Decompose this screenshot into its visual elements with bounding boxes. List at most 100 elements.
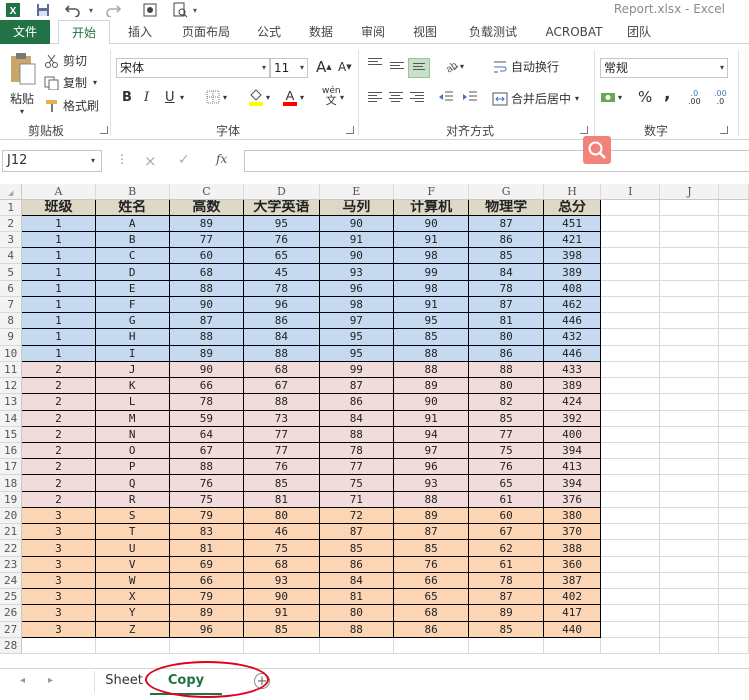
- data-cell[interactable]: 90: [319, 215, 394, 232]
- data-cell[interactable]: 88: [393, 491, 470, 508]
- data-cell[interactable]: 90: [393, 393, 470, 411]
- data-cell[interactable]: 93: [243, 572, 320, 590]
- data-cell[interactable]: 93: [319, 263, 394, 281]
- data-cell[interactable]: I: [95, 345, 170, 362]
- data-cell[interactable]: 1: [21, 247, 96, 265]
- data-cell[interactable]: 1: [21, 263, 96, 281]
- shrink-font-button[interactable]: A ▼: [338, 60, 352, 74]
- name-box[interactable]: J12 ▾: [2, 150, 102, 172]
- header-cell[interactable]: 大学英语: [243, 199, 320, 216]
- data-cell[interactable]: 86: [243, 312, 320, 330]
- data-cell[interactable]: F: [95, 296, 170, 314]
- column-header[interactable]: F: [393, 184, 470, 200]
- data-cell[interactable]: 86: [319, 393, 394, 411]
- fill-color-button[interactable]: ▾: [248, 88, 270, 106]
- data-cell[interactable]: V: [95, 556, 170, 573]
- data-cell[interactable]: 95: [393, 312, 470, 330]
- data-cell[interactable]: 394: [543, 474, 602, 492]
- empty-cell[interactable]: [659, 474, 720, 492]
- middle-align-icon[interactable]: [390, 62, 404, 74]
- bold-button[interactable]: B: [122, 90, 132, 105]
- data-cell[interactable]: 68: [393, 604, 470, 622]
- align-left-icon[interactable]: [368, 92, 382, 104]
- empty-cell[interactable]: [659, 312, 720, 330]
- empty-cell[interactable]: [659, 231, 720, 249]
- empty-cell[interactable]: [659, 410, 720, 427]
- percent-button[interactable]: %: [638, 88, 652, 106]
- data-cell[interactable]: W: [95, 572, 170, 590]
- row-header[interactable]: 22: [0, 539, 23, 557]
- header-cell[interactable]: 姓名: [95, 199, 170, 216]
- data-cell[interactable]: 96: [169, 621, 245, 638]
- font-size-combo[interactable]: 11 ▾: [270, 58, 308, 78]
- enter-formula-button[interactable]: ✓: [178, 152, 190, 168]
- save-icon[interactable]: [34, 1, 52, 19]
- row-header[interactable]: 19: [0, 491, 23, 508]
- align-right-icon[interactable]: [410, 92, 424, 104]
- empty-cell[interactable]: [600, 296, 661, 314]
- row-header[interactable]: 14: [0, 410, 23, 427]
- row-header[interactable]: 27: [0, 621, 23, 638]
- data-cell[interactable]: 3: [21, 539, 96, 557]
- empty-cell[interactable]: [659, 507, 720, 525]
- empty-cell[interactable]: [718, 491, 749, 508]
- worksheet-grid[interactable]: ◢ A B C D E F G H I J 1 班级 姓名 高数 大学英语 马列 计算机 物理…: [0, 184, 749, 668]
- data-cell[interactable]: 64: [169, 426, 245, 444]
- column-header[interactable]: A: [21, 184, 96, 200]
- font-launcher-icon[interactable]: [346, 126, 354, 134]
- wrap-text-button[interactable]: 自动换行: [492, 58, 559, 75]
- data-cell[interactable]: 68: [169, 263, 245, 281]
- top-align-icon[interactable]: [368, 58, 382, 70]
- data-cell[interactable]: 99: [319, 361, 394, 379]
- empty-cell[interactable]: [600, 556, 661, 573]
- grow-font-button[interactable]: A ▲: [316, 58, 332, 76]
- row-header[interactable]: 10: [0, 345, 23, 362]
- empty-cell[interactable]: [659, 637, 720, 655]
- data-cell[interactable]: 86: [468, 231, 544, 249]
- column-header[interactable]: C: [169, 184, 245, 200]
- data-cell[interactable]: 78: [169, 393, 245, 411]
- data-cell[interactable]: 88: [169, 280, 245, 297]
- row-header[interactable]: 4: [0, 247, 23, 265]
- empty-cell[interactable]: [659, 263, 720, 281]
- empty-cell[interactable]: [659, 426, 720, 444]
- data-cell[interactable]: 380: [543, 507, 602, 525]
- tab-view[interactable]: 视图: [398, 20, 452, 44]
- data-cell[interactable]: 86: [468, 345, 544, 362]
- data-cell[interactable]: 84: [243, 328, 320, 346]
- empty-cell[interactable]: [600, 393, 661, 411]
- empty-cell[interactable]: [659, 523, 720, 541]
- data-cell[interactable]: Z: [95, 621, 170, 638]
- empty-cell[interactable]: [718, 296, 749, 314]
- row-header[interactable]: 26: [0, 604, 23, 622]
- empty-cell[interactable]: [600, 458, 661, 476]
- data-cell[interactable]: 67: [169, 442, 245, 460]
- data-cell[interactable]: A: [95, 215, 170, 232]
- data-cell[interactable]: 78: [243, 280, 320, 297]
- underline-button[interactable]: U: [165, 90, 175, 105]
- data-cell[interactable]: J: [95, 361, 170, 379]
- data-cell[interactable]: 95: [319, 345, 394, 362]
- data-cell[interactable]: 87: [468, 215, 544, 232]
- empty-cell[interactable]: [718, 604, 749, 622]
- data-cell[interactable]: 88: [393, 361, 470, 379]
- data-cell[interactable]: 65: [393, 588, 470, 606]
- accounting-format-button[interactable]: ▾: [600, 90, 622, 104]
- data-cell[interactable]: 446: [543, 345, 602, 362]
- row-header[interactable]: 20: [0, 507, 23, 525]
- data-cell[interactable]: L: [95, 393, 170, 411]
- data-cell[interactable]: 77: [243, 426, 320, 444]
- phonetic-button[interactable]: wén 文: [322, 86, 341, 106]
- empty-cell[interactable]: [659, 215, 720, 232]
- data-cell[interactable]: 91: [393, 296, 470, 314]
- empty-cell[interactable]: [659, 393, 720, 411]
- empty-cell[interactable]: [718, 247, 749, 265]
- data-cell[interactable]: 88: [169, 458, 245, 476]
- column-header[interactable]: E: [319, 184, 394, 200]
- data-cell[interactable]: 81: [319, 588, 394, 606]
- empty-cell[interactable]: [718, 637, 749, 655]
- empty-cell[interactable]: [600, 539, 661, 557]
- data-cell[interactable]: 75: [468, 442, 544, 460]
- data-cell[interactable]: 87: [393, 523, 470, 541]
- row-header[interactable]: 9: [0, 328, 23, 346]
